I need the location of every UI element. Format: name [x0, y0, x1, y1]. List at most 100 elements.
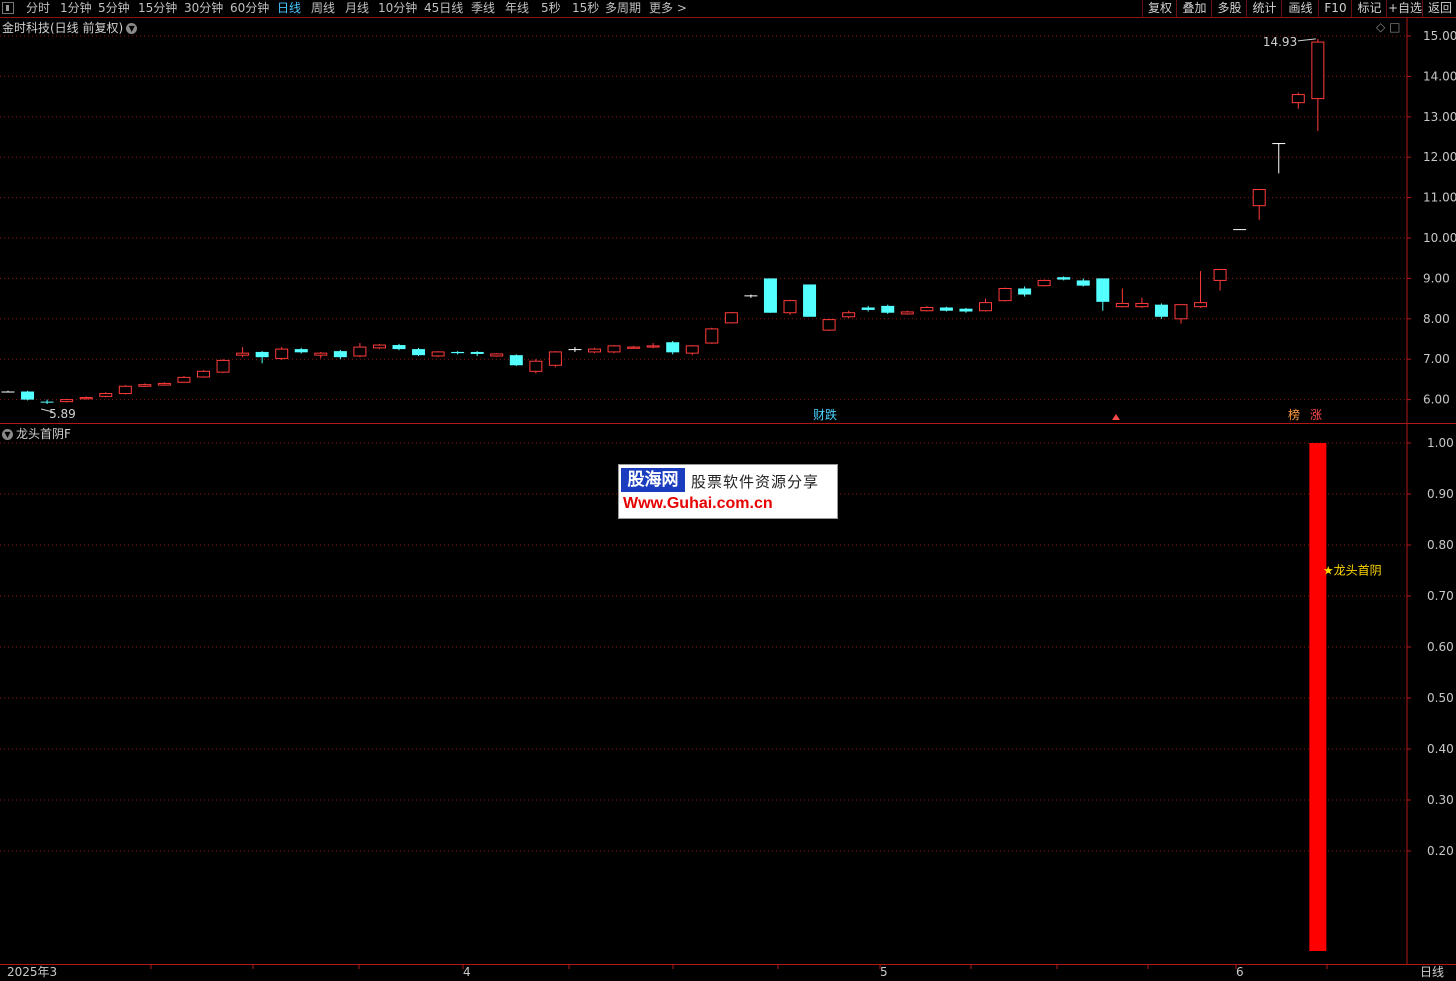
- price-tick-label: 15.00: [1423, 29, 1456, 43]
- chevron-down-icon[interactable]: ▼: [2, 429, 13, 440]
- price-tick-label: 14.00: [1423, 69, 1456, 83]
- candle-body: [646, 345, 660, 348]
- candle-body: [372, 344, 386, 349]
- price-tick-label: 9.00: [1423, 271, 1450, 285]
- candle-body: [724, 312, 738, 324]
- candle-body: [392, 345, 406, 350]
- candle-body: [627, 346, 641, 349]
- indicator-tick-label: 0.60: [1427, 640, 1454, 654]
- candle-body: [1154, 304, 1168, 317]
- candle-body: [1096, 278, 1110, 302]
- grid-lines: [0, 35, 1407, 852]
- candle-body: [1018, 288, 1032, 295]
- candle-body: [509, 355, 523, 366]
- indicator-tick-label: 0.80: [1427, 538, 1454, 552]
- candle-body: [353, 346, 367, 357]
- candle-body: [138, 384, 152, 387]
- stock-title[interactable]: 金时科技(日线 前复权) ▼: [2, 19, 138, 36]
- candle-body: [1194, 302, 1208, 308]
- candle-body: [1, 391, 15, 393]
- candle-body: [431, 351, 445, 357]
- candle-body: [1076, 280, 1090, 286]
- candle-body: [1057, 277, 1071, 280]
- candle-body: [157, 382, 171, 386]
- candle-body: [861, 307, 875, 310]
- indicator-tick-label: 0.70: [1427, 589, 1454, 603]
- candle-body: [939, 307, 953, 311]
- event-marker-up: 涨: [1310, 407, 1322, 422]
- candle-body: [979, 302, 992, 312]
- candle-body: [118, 385, 132, 395]
- indicator-tick-label: 0.20: [1427, 844, 1454, 858]
- candle-body: [666, 342, 680, 353]
- indicator-title-text: 龙头首阴F: [16, 427, 71, 441]
- candle-body: [900, 311, 914, 315]
- candle-body: [40, 401, 54, 403]
- candle-body: [255, 351, 269, 358]
- candle-body: [21, 391, 35, 400]
- price-tick-label: 10.00: [1423, 231, 1456, 245]
- candle-body: [177, 376, 191, 383]
- candle-body: [1291, 94, 1305, 104]
- candle-body: [803, 284, 817, 317]
- candle-body: [881, 305, 895, 313]
- time-axis-label: 4: [463, 965, 471, 979]
- price-tick-label: 6.00: [1423, 393, 1450, 407]
- candle-body: [333, 351, 347, 358]
- candle-body: [783, 300, 797, 314]
- indicator-tick-label: 0.30: [1427, 793, 1454, 807]
- low-price-label: 5.89: [49, 407, 76, 421]
- candle-body: [744, 295, 758, 297]
- indicator-title[interactable]: ▼ 龙头首阴F: [2, 425, 71, 442]
- candle-body: [294, 349, 308, 353]
- watermark-slogan: 股票软件资源分享: [691, 473, 820, 491]
- watermark-banner: 股海网 股票软件资源分享 Www.Guhai.com.cn: [618, 464, 838, 519]
- candle-body: [451, 351, 465, 354]
- candle-body: [99, 393, 113, 397]
- candle-body: [470, 351, 484, 354]
- candle-body: [1233, 229, 1247, 231]
- candle-body: [822, 319, 836, 331]
- candle-body: [959, 308, 973, 312]
- price-tick-label: 11.00: [1423, 191, 1456, 205]
- candle-body: [79, 397, 93, 400]
- indicator-tick-label: 1.00: [1427, 436, 1454, 450]
- candle-body: [920, 306, 934, 312]
- signal-label: ★龙头首阴: [1323, 564, 1382, 578]
- indicator-tick-label: 0.50: [1427, 691, 1454, 705]
- chevron-down-icon[interactable]: ▼: [126, 23, 138, 34]
- candle-body: [588, 348, 601, 353]
- period-badge[interactable]: 日线: [1408, 964, 1456, 981]
- candle-body: [314, 352, 328, 356]
- candle-body: [1252, 189, 1266, 207]
- candle-body: [1174, 304, 1188, 320]
- event-marker-rank: 榜: [1288, 407, 1300, 422]
- square-icon[interactable]: □: [1389, 20, 1400, 34]
- candle-body: [529, 360, 543, 372]
- candle-body: [1037, 279, 1051, 287]
- stock-title-text: 金时科技(日线 前复权): [2, 21, 124, 35]
- high-price-label: 14.93: [1263, 35, 1297, 49]
- price-tick-label: 12.00: [1423, 150, 1456, 164]
- candle-body: [412, 349, 426, 356]
- time-axis-label: 5: [880, 965, 888, 979]
- chart-control-icons: ◇ □: [1376, 20, 1400, 34]
- candle-body: [998, 288, 1012, 302]
- candle-body: [568, 349, 582, 351]
- candle-body: [842, 312, 856, 318]
- candle-body: [607, 345, 621, 353]
- time-axis-label: 2025年3: [7, 965, 57, 979]
- high-price-arrow: [1297, 38, 1316, 42]
- candle-body: [216, 359, 230, 373]
- candle-body: [490, 353, 504, 357]
- candlestick-series: [1, 38, 1325, 405]
- candle-body: [685, 345, 699, 354]
- watermark-logo: 股海网: [621, 468, 685, 492]
- diamond-icon[interactable]: ◇: [1376, 20, 1385, 34]
- price-tick-label: 8.00: [1423, 312, 1450, 326]
- signal-bar: [1309, 443, 1327, 951]
- indicator-tick-label: 0.40: [1427, 742, 1454, 756]
- candle-body: [275, 348, 289, 359]
- candle-body: [1213, 269, 1227, 281]
- price-tick-label: 13.00: [1423, 110, 1456, 124]
